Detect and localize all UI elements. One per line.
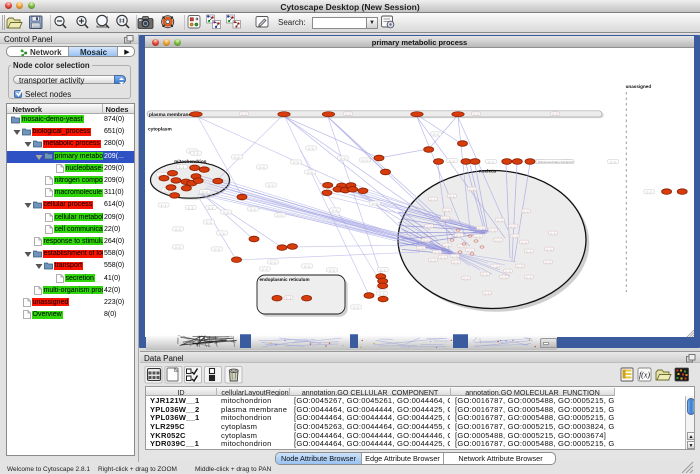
svg-text:[···]: [···] bbox=[308, 170, 313, 174]
svg-text:[···]: [···] bbox=[363, 158, 368, 162]
svg-text:[···]: [···] bbox=[161, 203, 166, 207]
svg-text:[···]: [···] bbox=[450, 194, 455, 198]
svg-text:[···]: [···] bbox=[305, 264, 310, 268]
svg-text:[···]: [···] bbox=[470, 187, 475, 191]
svg-text:cytoplasm: cytoplasm bbox=[148, 127, 172, 133]
svg-text:mitochondrion: mitochondrion bbox=[174, 159, 206, 164]
svg-text:[···]: [···] bbox=[431, 258, 436, 262]
svg-text:[transmembrane transport]: [transmembrane transport] bbox=[538, 160, 574, 164]
svg-text:[···]: [···] bbox=[179, 165, 184, 169]
svg-text:[···]: [···] bbox=[419, 246, 424, 250]
svg-text:[···]: [···] bbox=[498, 218, 503, 222]
svg-text:[···]: [···] bbox=[424, 238, 429, 242]
svg-text:[···]: [···] bbox=[506, 269, 511, 273]
svg-text:[···]: [···] bbox=[294, 160, 299, 164]
svg-text:[···]: [···] bbox=[194, 152, 199, 156]
svg-text:[···]: [···] bbox=[286, 296, 291, 300]
svg-text:[···]: [···] bbox=[511, 224, 516, 228]
svg-text:[···]: [···] bbox=[271, 260, 276, 264]
svg-text:[···]: [···] bbox=[611, 160, 616, 164]
svg-text:[···]: [···] bbox=[209, 206, 214, 210]
svg-text:[···]: [···] bbox=[263, 267, 268, 271]
svg-text:f(x): f(x) bbox=[639, 371, 650, 380]
svg-text:[···]: [···] bbox=[431, 197, 436, 201]
svg-text:[···]: [···] bbox=[188, 206, 193, 210]
svg-text:[···]: [···] bbox=[454, 260, 459, 264]
svg-text:[···]: [···] bbox=[330, 268, 335, 272]
svg-text:[···]: [···] bbox=[476, 234, 481, 238]
svg-text:[···]: [···] bbox=[434, 132, 439, 136]
svg-text:[···]: [···] bbox=[491, 228, 496, 232]
svg-text:[···]: [···] bbox=[220, 231, 225, 235]
svg-text:[···]: [···] bbox=[341, 156, 346, 160]
svg-text:[···]: [···] bbox=[457, 233, 462, 237]
svg-text:[···]: [···] bbox=[551, 231, 556, 235]
svg-text:[···]: [···] bbox=[251, 207, 256, 211]
svg-text:[···]: [···] bbox=[427, 224, 432, 228]
svg-text:[···]: [···] bbox=[278, 213, 283, 217]
svg-text:[···]: [···] bbox=[527, 275, 532, 279]
svg-text:[···]: [···] bbox=[435, 250, 440, 254]
svg-text:[···]: [···] bbox=[380, 292, 385, 296]
svg-text:[···]: [···] bbox=[450, 159, 455, 163]
svg-text:[···]: [···] bbox=[235, 155, 240, 159]
svg-text:[···]: [···] bbox=[547, 247, 552, 251]
svg-text:[···]: [···] bbox=[483, 272, 488, 276]
svg-text:[···]: [···] bbox=[493, 264, 498, 268]
svg-text:[···]: [···] bbox=[373, 201, 378, 205]
svg-text:[···]: [···] bbox=[269, 183, 274, 187]
svg-text:endoplasmic reticulum: endoplasmic reticulum bbox=[260, 277, 310, 282]
svg-text:[···]: [···] bbox=[333, 208, 338, 212]
svg-text:[···]: [···] bbox=[479, 226, 484, 230]
svg-text:unassigned: unassigned bbox=[626, 84, 652, 89]
svg-text:[···]: [···] bbox=[260, 165, 265, 169]
svg-text:[···]: [···] bbox=[513, 234, 518, 238]
svg-text:[···]: [···] bbox=[468, 248, 473, 252]
svg-text:[···]: [···] bbox=[176, 245, 181, 249]
svg-text:[···]: [···] bbox=[354, 305, 359, 309]
svg-text:[···]: [···] bbox=[489, 160, 494, 164]
svg-text:[···]: [···] bbox=[453, 254, 458, 258]
svg-text:[···]: [···] bbox=[474, 112, 479, 116]
svg-text:[···]: [···] bbox=[203, 190, 208, 194]
svg-text:[···]: [···] bbox=[496, 238, 501, 242]
svg-text:[···]: [···] bbox=[553, 112, 558, 116]
svg-text:[···]: [···] bbox=[441, 255, 446, 259]
svg-text:[···]: [···] bbox=[647, 190, 652, 194]
svg-text:[···]: [···] bbox=[176, 227, 181, 231]
svg-text:[···]: [···] bbox=[309, 146, 314, 150]
svg-text:[···]: [···] bbox=[207, 220, 212, 224]
svg-text:[···]: [···] bbox=[242, 112, 247, 116]
svg-text:[···]: [···] bbox=[215, 247, 220, 251]
svg-text:[···]: [···] bbox=[443, 216, 448, 220]
svg-text:[···]: [···] bbox=[518, 264, 523, 268]
svg-text:[···]: [···] bbox=[522, 240, 527, 244]
svg-text:[···]: [···] bbox=[346, 112, 351, 116]
svg-text:[···]: [···] bbox=[464, 276, 469, 280]
svg-text:[···]: [···] bbox=[381, 268, 386, 272]
svg-text:[···]: [···] bbox=[502, 275, 507, 279]
svg-text:plasma membrane: plasma membrane bbox=[149, 112, 191, 118]
svg-text:[···]: [···] bbox=[445, 243, 450, 247]
svg-text:[···]: [···] bbox=[224, 210, 229, 214]
svg-text:[···]: [···] bbox=[485, 291, 490, 295]
svg-text:[···]: [···] bbox=[524, 209, 529, 213]
svg-text:[···]: [···] bbox=[546, 260, 551, 264]
svg-text:[···]: [···] bbox=[445, 208, 450, 212]
svg-text:[···]: [···] bbox=[527, 249, 532, 253]
